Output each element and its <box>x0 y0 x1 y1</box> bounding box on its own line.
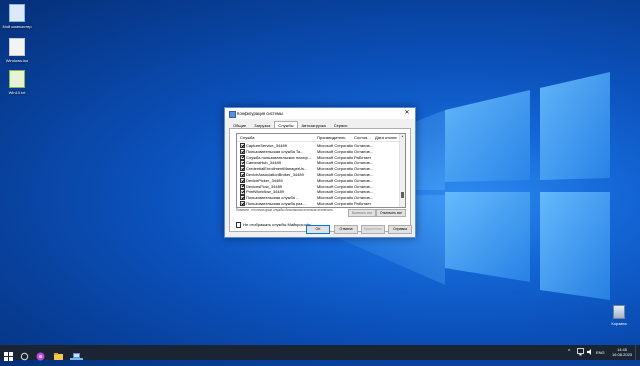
scrollbar-thumb[interactable] <box>401 192 404 198</box>
recycle-bin-icon <box>613 305 625 319</box>
desktop-icon-recycle-bin[interactable]: Корзина <box>605 305 633 326</box>
computer-icon <box>9 4 25 22</box>
msconfig-icon <box>229 111 236 118</box>
ok-button[interactable]: ОК <box>306 225 330 234</box>
desktop-icon-iso[interactable]: Windows.iso <box>0 38 34 63</box>
apply-button[interactable]: Применить <box>361 225 385 234</box>
chevron-up-icon[interactable]: ▲ <box>400 134 405 139</box>
service-status: Останов... <box>354 207 374 208</box>
clock-date: 16.08.2023 <box>612 352 633 357</box>
taskbar: ^ ENG 14:45 16.08.2023 <box>0 345 640 363</box>
file-icon <box>9 38 25 56</box>
column-header-status[interactable]: Состоя... <box>354 135 374 140</box>
list-header: Служба Производитель Состоя... Дата откл… <box>237 134 405 142</box>
msconfig-taskbar-icon[interactable] <box>72 348 81 360</box>
column-header-service[interactable]: Служба <box>240 135 318 140</box>
services-list: Служба Производитель Состоя... Дата откл… <box>236 133 406 208</box>
hide-ms-services-label: Не отображать службы Майкрософт <box>243 222 311 227</box>
vertical-scrollbar[interactable]: ▲ <box>399 134 405 207</box>
cancel-button[interactable]: Отмена <box>334 225 358 234</box>
title-bar[interactable]: Конфигурация системы ✕ <box>225 108 415 119</box>
desktop-icon-label: Win10.txt <box>8 90 26 95</box>
services-panel: Служба Производитель Состоя... Дата откл… <box>229 128 411 232</box>
text-file-icon <box>9 70 25 88</box>
note-text: Помните, что некоторые службы безопаснос… <box>236 208 334 212</box>
recycle-bin-label: Корзина <box>611 321 627 326</box>
close-button[interactable]: ✕ <box>403 109 411 116</box>
show-desktop-button[interactable] <box>635 345 639 360</box>
desktop-icon-label: Windows.iso <box>5 58 29 63</box>
enable-all-button[interactable]: Включить все <box>348 209 376 217</box>
browser-icon[interactable] <box>36 348 45 361</box>
disable-all-button[interactable]: Отключить все <box>376 209 406 217</box>
file-explorer-icon[interactable] <box>54 348 63 360</box>
chevron-up-icon[interactable]: ^ <box>568 349 570 364</box>
column-header-date[interactable]: Дата отключения <box>375 135 397 140</box>
desktop-icon-txt[interactable]: Win10.txt <box>0 70 34 95</box>
cortana-icon[interactable] <box>20 348 29 361</box>
desktop-icon-computer[interactable]: Мой компьютер <box>0 4 34 29</box>
language-indicator[interactable]: ENG <box>596 350 605 365</box>
hide-ms-services-checkbox[interactable]: Не отображать службы Майкрософт <box>236 222 311 228</box>
tab-bar: Общие Загрузка Службы Автозагрузка Сервис <box>229 121 351 130</box>
checkbox-box[interactable] <box>236 222 242 228</box>
dialog-title: Конфигурация системы <box>237 111 283 116</box>
desktop-icon-label: Мой компьютер <box>2 24 32 29</box>
help-button[interactable]: Справка <box>388 225 412 234</box>
volume-icon[interactable] <box>587 348 594 363</box>
start-button[interactable] <box>4 348 13 361</box>
column-header-vendor[interactable]: Производитель <box>317 135 353 140</box>
system-configuration-dialog: Конфигурация системы ✕ Общие Загрузка Служ… <box>224 107 416 238</box>
network-icon[interactable] <box>577 348 584 363</box>
